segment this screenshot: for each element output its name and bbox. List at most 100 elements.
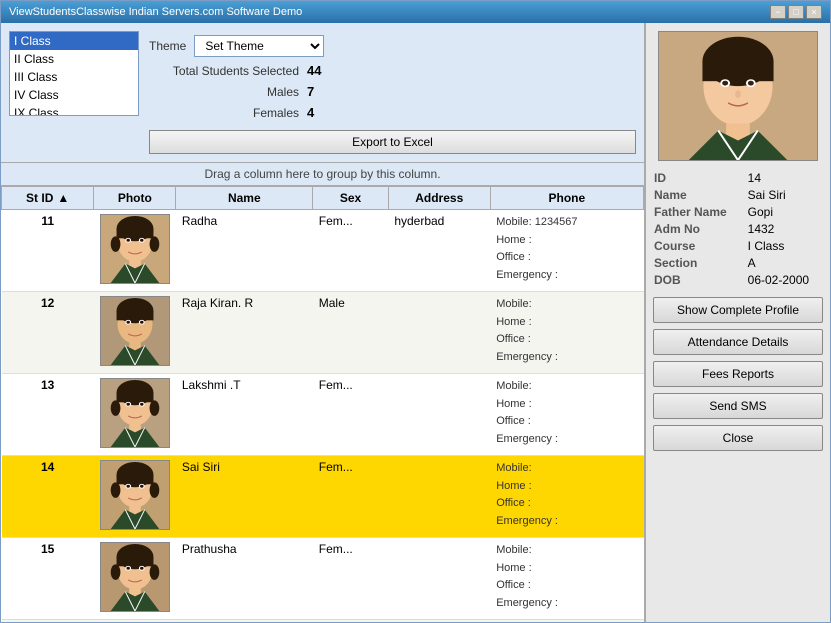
females-label: Females <box>149 106 299 120</box>
father-label: Father Name <box>654 205 740 219</box>
cell-sex: Fem... <box>313 210 389 292</box>
cell-sex: Male <box>313 292 389 374</box>
window-title: ViewStudentsClasswise Indian Servers.com… <box>9 6 302 18</box>
profile-photo <box>658 31 818 161</box>
cell-id: 16 <box>2 620 94 623</box>
cell-photo <box>94 456 176 538</box>
cell-address <box>388 620 490 623</box>
cell-photo <box>94 210 176 292</box>
cell-id: 13 <box>2 374 94 456</box>
theme-select[interactable]: Set Theme <box>194 35 324 57</box>
stats-area: Theme Set Theme Total Students Selected … <box>149 31 636 154</box>
class-listbox[interactable]: I ClassII ClassIII ClassIV ClassIX Class… <box>9 31 139 116</box>
section-value: A <box>748 256 822 270</box>
close-button-right[interactable]: Close <box>653 425 823 451</box>
cell-sex: Fem... <box>313 456 389 538</box>
close-button[interactable]: × <box>806 5 822 19</box>
table-row[interactable]: 14 Sai Siri Fem... Mobile: Home : Office… <box>2 456 644 538</box>
cell-phone: Mobile: Home : Office : Emergency : <box>490 538 643 620</box>
col-sex[interactable]: Sex <box>313 187 389 210</box>
adm-label: Adm No <box>654 222 740 236</box>
profile-details: ID 14 Name Sai Siri Father Name Gopi Adm… <box>654 167 822 291</box>
cell-phone: Mobile: 1234567 Home : Office : Emergenc… <box>490 210 643 292</box>
id-label: ID <box>654 171 740 185</box>
cell-id: 14 <box>2 456 94 538</box>
main-content: I ClassII ClassIII ClassIV ClassIX Class… <box>1 23 830 622</box>
cell-photo <box>94 292 176 374</box>
cell-photo <box>94 374 176 456</box>
table-row[interactable]: 13 Lakshmi .T Fem... Mobile: Home : Offi… <box>2 374 644 456</box>
export-button[interactable]: Export to Excel <box>149 130 636 154</box>
class-item-i-class[interactable]: I Class <box>10 32 138 50</box>
name-label: Name <box>654 188 740 202</box>
class-item-ix-class[interactable]: IX Class <box>10 104 138 116</box>
attendance-button[interactable]: Attendance Details <box>653 329 823 355</box>
cell-id: 11 <box>2 210 94 292</box>
col-st-id[interactable]: St ID ▲ <box>2 187 94 210</box>
title-bar: ViewStudentsClasswise Indian Servers.com… <box>1 1 830 23</box>
students-table: St ID ▲ Photo Name Sex Address Phone <box>1 186 644 622</box>
sms-button[interactable]: Send SMS <box>653 393 823 419</box>
class-item-ii-class[interactable]: II Class <box>10 50 138 68</box>
females-value: 4 <box>307 105 314 120</box>
females-row: Females 4 <box>149 105 636 120</box>
id-value: 14 <box>748 171 822 185</box>
class-item-iv-class[interactable]: IV Class <box>10 86 138 104</box>
cell-name: Sathwik. K <box>176 620 313 623</box>
table-container[interactable]: St ID ▲ Photo Name Sex Address Phone <box>1 186 644 622</box>
name-value: Sai Siri <box>748 188 822 202</box>
table-row[interactable]: 12 Raja Kiran. R Male Mobile: Home : Off… <box>2 292 644 374</box>
cell-photo <box>94 620 176 623</box>
table-row[interactable]: 16 Sathwik. K Male Mobile: Home : Office… <box>2 620 644 623</box>
cell-photo <box>94 538 176 620</box>
course-label: Course <box>654 239 740 253</box>
cell-sex: Fem... <box>313 538 389 620</box>
dob-value: 06-02-2000 <box>748 273 822 287</box>
cell-id: 15 <box>2 538 94 620</box>
males-label: Males <box>149 85 299 99</box>
cell-name: Radha <box>176 210 313 292</box>
course-value: I Class <box>748 239 822 253</box>
cell-address <box>388 374 490 456</box>
dob-label: DOB <box>654 273 740 287</box>
cell-name: Sai Siri <box>176 456 313 538</box>
table-row[interactable]: 15 Prathusha Fem... Mobile: Home : Offic… <box>2 538 644 620</box>
class-list-container: I ClassII ClassIII ClassIV ClassIX Class… <box>9 31 139 116</box>
title-bar-buttons: − □ × <box>770 5 822 19</box>
cell-phone: Mobile: Home : Office : Emergency : <box>490 456 643 538</box>
col-phone[interactable]: Phone <box>490 187 643 210</box>
right-panel: ID 14 Name Sai Siri Father Name Gopi Adm… <box>645 23 830 622</box>
col-address[interactable]: Address <box>388 187 490 210</box>
col-photo[interactable]: Photo <box>94 187 176 210</box>
cell-phone: Mobile: Home : Office : Emergency : <box>490 620 643 623</box>
cell-name: Lakshmi .T <box>176 374 313 456</box>
minimize-button[interactable]: − <box>770 5 786 19</box>
cell-address <box>388 456 490 538</box>
males-row: Males 7 <box>149 84 636 99</box>
cell-address <box>388 292 490 374</box>
total-label: Total Students Selected <box>149 64 299 78</box>
top-controls: I ClassII ClassIII ClassIV ClassIX Class… <box>1 23 644 163</box>
cell-address: hyderbad <box>388 210 490 292</box>
restore-button[interactable]: □ <box>788 5 804 19</box>
col-name[interactable]: Name <box>176 187 313 210</box>
cell-sex: Male <box>313 620 389 623</box>
show-profile-button[interactable]: Show Complete Profile <box>653 297 823 323</box>
main-window: ViewStudentsClasswise Indian Servers.com… <box>0 0 831 623</box>
males-value: 7 <box>307 84 314 99</box>
fees-button[interactable]: Fees Reports <box>653 361 823 387</box>
section-label: Section <box>654 256 740 270</box>
drag-hint: Drag a column here to group by this colu… <box>1 163 644 186</box>
cell-phone: Mobile: Home : Office : Emergency : <box>490 374 643 456</box>
left-panel: I ClassII ClassIII ClassIV ClassIX Class… <box>1 23 645 622</box>
cell-name: Raja Kiran. R <box>176 292 313 374</box>
table-row[interactable]: 11 Radha Fem... hyderbad Mobile: 1234567… <box>2 210 644 292</box>
table-header-row: St ID ▲ Photo Name Sex Address Phone <box>2 187 644 210</box>
cell-address <box>388 538 490 620</box>
cell-sex: Fem... <box>313 374 389 456</box>
total-value: 44 <box>307 63 321 78</box>
class-item-iii-class[interactable]: III Class <box>10 68 138 86</box>
cell-phone: Mobile: Home : Office : Emergency : <box>490 292 643 374</box>
father-value: Gopi <box>748 205 822 219</box>
adm-value: 1432 <box>748 222 822 236</box>
